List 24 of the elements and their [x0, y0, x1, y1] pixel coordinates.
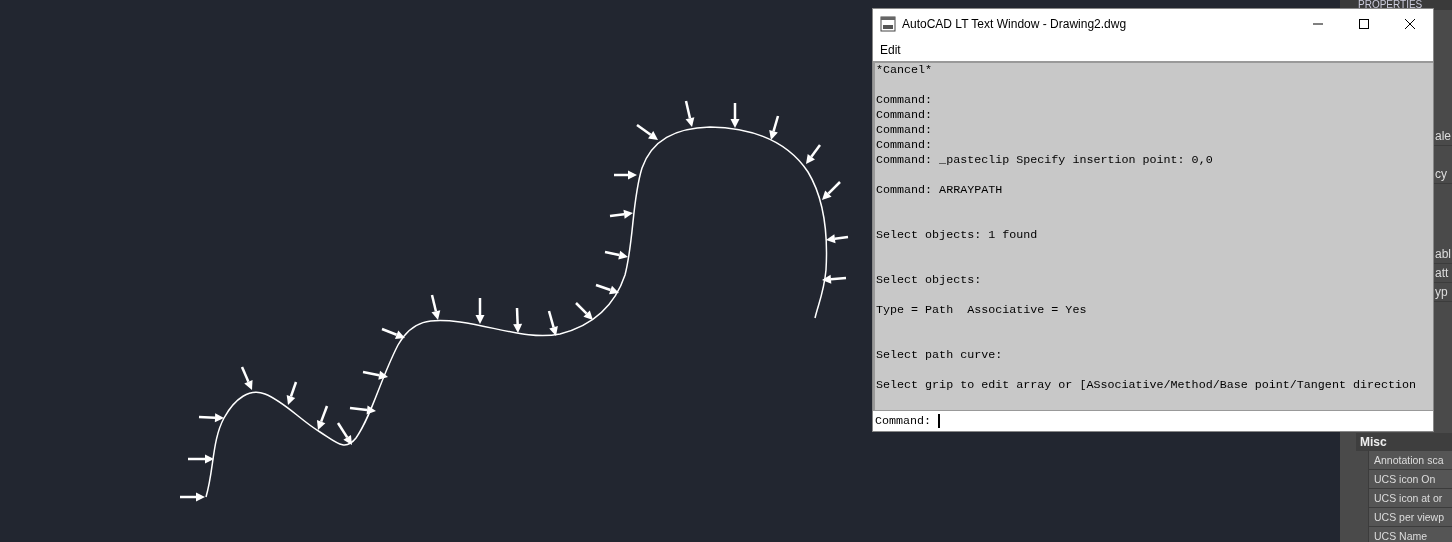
maximize-icon [1358, 18, 1370, 30]
property-label: Annotation sca [1368, 451, 1452, 470]
log-line: Select grip to edit array or [ASsociative/Method/Base point/Tangent direction [876, 378, 1418, 393]
log-line: Command: ARRAYPATH [876, 183, 1004, 198]
property-label: UCS per viewp [1368, 508, 1452, 527]
log-line: Command: [876, 93, 934, 108]
log-line: Command: [876, 138, 934, 153]
log-line: Select objects: [876, 273, 983, 288]
command-input[interactable]: Command: [873, 410, 1433, 431]
window-icon [880, 16, 896, 32]
log-line: Command: _pasteclip Specify insertion point: 0,0 [876, 153, 1214, 168]
property-label: UCS icon at or [1368, 489, 1452, 508]
window-title: AutoCAD LT Text Window - Drawing2.dwg [902, 17, 1128, 31]
log-line: Select path curve: [876, 348, 1004, 363]
log-line: Command: [876, 108, 934, 123]
log-line: Command: [876, 123, 934, 138]
close-icon [1404, 18, 1416, 30]
log-line: Type = Path Associative = Yes [876, 303, 1088, 318]
property-label: UCS Name [1368, 527, 1452, 542]
section-header[interactable]: Misc [1356, 433, 1452, 451]
log-line: *Cancel* [876, 63, 934, 78]
menu-item[interactable]: Edit [879, 43, 902, 57]
property-label: UCS icon On [1368, 470, 1452, 489]
log-line: Select objects: 1 found [876, 228, 1039, 243]
